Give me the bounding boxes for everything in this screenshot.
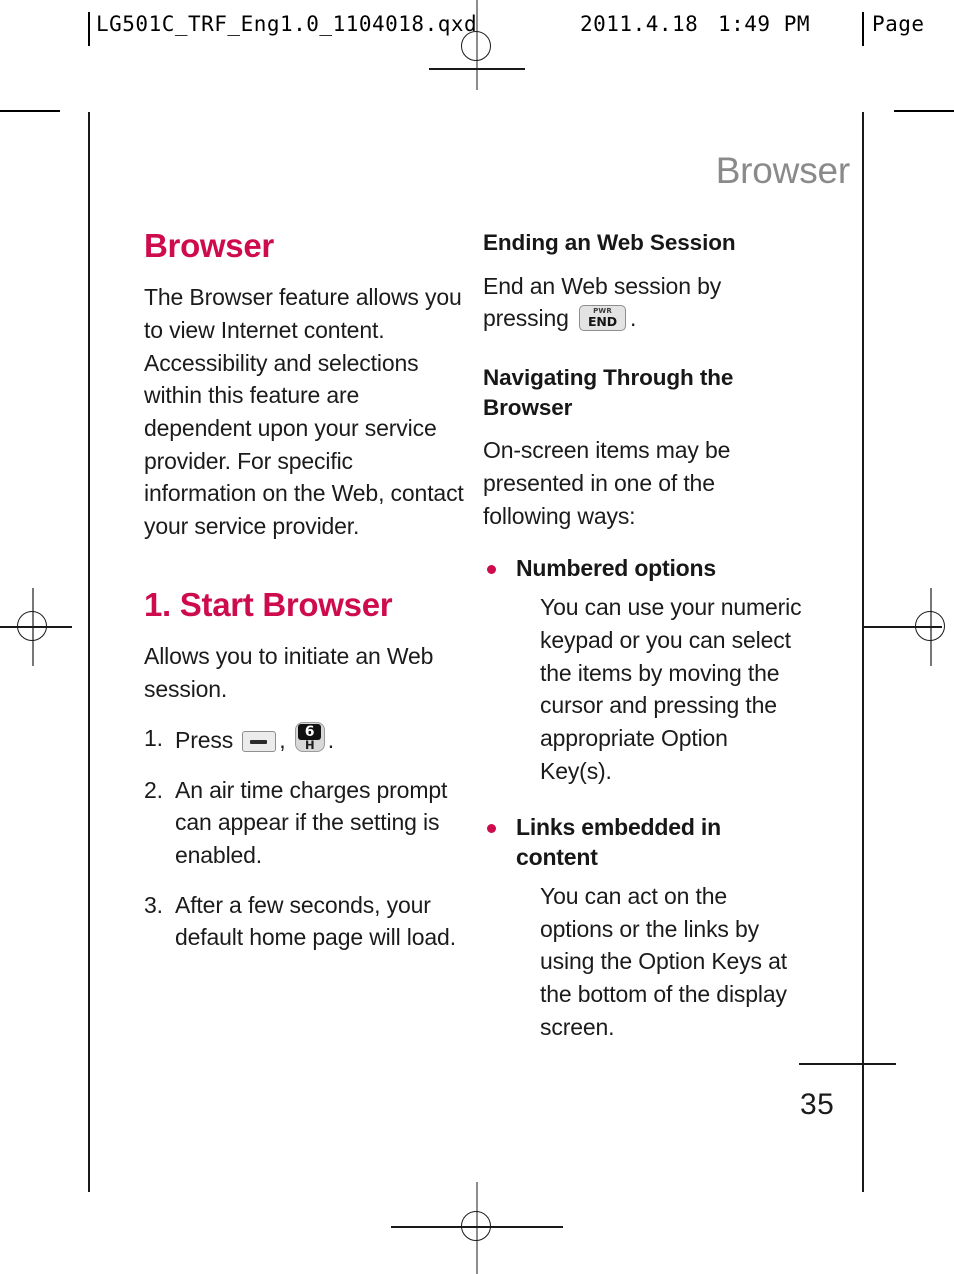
page-edge-rule-right bbox=[862, 112, 864, 1192]
bullet-item-numbered-options: Numbered options You can use your numeri… bbox=[483, 554, 805, 787]
step-text-3: After a few seconds, your default home p… bbox=[175, 891, 456, 951]
step-text-before-1: Press bbox=[175, 727, 234, 754]
bullet-title-numbered-options: Numbered options bbox=[516, 555, 716, 582]
power-end-key-icon: PWR END bbox=[579, 305, 626, 332]
bullet-text-numbered-options: You can use your numeric keypad or you c… bbox=[540, 594, 802, 784]
registration-mark-left bbox=[0, 588, 72, 666]
step-text-2: An air time charges prompt can appear if… bbox=[175, 776, 448, 869]
bullet-dot-icon bbox=[487, 824, 496, 834]
bullet-title-links-embedded: Links embedded in content bbox=[516, 814, 721, 871]
running-header-browser: Browser bbox=[715, 150, 850, 191]
trim-rule-right bbox=[862, 12, 864, 46]
start-browser-steps: 1. Press , 6 H . 2. An air time charges … bbox=[144, 722, 466, 954]
intro-paragraph: The Browser feature allows you to view I… bbox=[144, 284, 464, 539]
navigating-heading: Navigating Through the Browser bbox=[483, 365, 734, 420]
start-browser-heading: 1. Start Browser bbox=[144, 585, 393, 623]
step-number-2: 2. bbox=[144, 776, 163, 803]
left-column-heading: Browser bbox=[144, 227, 274, 264]
step-item-2: 2. An air time charges prompt can appear… bbox=[144, 774, 466, 872]
page-edge-rule-left bbox=[88, 112, 90, 1192]
left-column: Browser The Browser feature allows you t… bbox=[144, 227, 466, 971]
page-number: 35 bbox=[800, 1088, 835, 1121]
bullet-text-links-embedded: You can act on the options or the links … bbox=[540, 882, 787, 1040]
registration-mark-bottom bbox=[391, 1182, 563, 1274]
step-item-1: 1. Press , 6 H . bbox=[144, 722, 466, 757]
power-end-key-main-label: END bbox=[588, 314, 617, 330]
prepress-time: 1:49 PM bbox=[718, 12, 811, 36]
registration-mark-top bbox=[429, 0, 525, 90]
numeric-key-letter: H bbox=[305, 738, 315, 753]
trim-rule-left bbox=[88, 12, 90, 46]
soft-key-bar-icon bbox=[242, 731, 277, 753]
step-text-after-1: . bbox=[327, 727, 335, 754]
step-separator-1: , bbox=[279, 727, 286, 754]
ending-session-text: End an Web session by pressing PWR END . bbox=[483, 270, 805, 335]
registration-mark-right bbox=[864, 588, 954, 666]
folio-rule bbox=[799, 1063, 896, 1065]
numeric-key-6h-icon: 6 H bbox=[294, 722, 325, 753]
bullet-item-links-embedded: Links embedded in content You can act on… bbox=[483, 813, 805, 1043]
right-column: Ending an Web Session End an Web session… bbox=[483, 228, 805, 1067]
crop-mark-top-right bbox=[894, 110, 954, 112]
prepress-date: 2011.4.18 bbox=[580, 12, 699, 36]
start-browser-intro: Allows you to initiate an Web session. bbox=[144, 642, 434, 702]
step-number-3: 3. bbox=[144, 891, 163, 918]
prepress-file-name: LG501C_TRF_Eng1.0_1104018.qxd bbox=[96, 12, 478, 36]
step-number-1: 1. bbox=[144, 725, 163, 752]
navigating-bullet-list: Numbered options You can use your numeri… bbox=[483, 554, 805, 1043]
crop-mark-top-left bbox=[0, 110, 60, 112]
ending-session-heading: Ending an Web Session bbox=[483, 230, 736, 255]
prepress-page-label: Page bbox=[872, 12, 925, 36]
ending-session-text-after: . bbox=[630, 305, 637, 332]
step-item-3: 3. After a few seconds, your default hom… bbox=[144, 889, 466, 954]
navigating-intro: On-screen items may be presented in one … bbox=[483, 437, 731, 529]
bullet-dot-icon bbox=[487, 565, 496, 575]
